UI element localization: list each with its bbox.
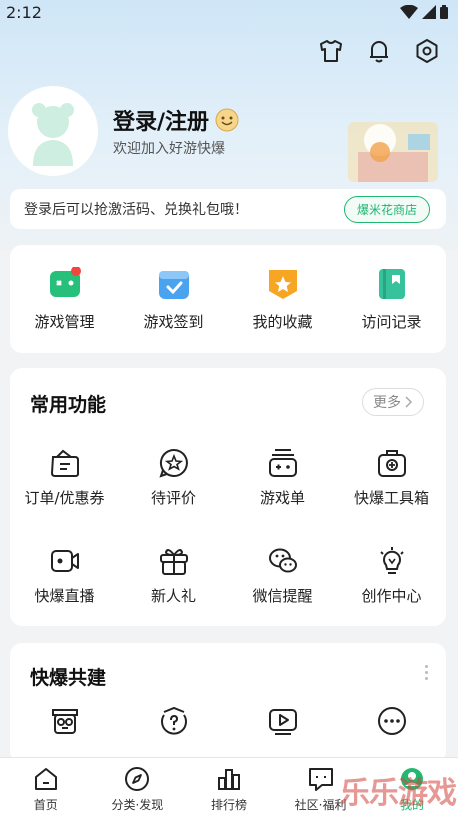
status-bar: 2:12 bbox=[0, 0, 458, 24]
func-label: 游戏单 bbox=[259, 488, 305, 507]
quick-actions: 游戏管理 游戏签到 我的收藏 访问记录 bbox=[10, 245, 446, 353]
login-link[interactable]: 登录/注册 bbox=[113, 104, 239, 136]
system-icons bbox=[400, 5, 448, 19]
popcorn-shop-button[interactable]: 爆米花商店 bbox=[343, 195, 430, 223]
watermark: 乐乐游戏 bbox=[340, 776, 457, 811]
bell-icon bbox=[370, 41, 388, 63]
tab-label: 社区·福利 bbox=[294, 797, 347, 812]
default-avatar-icon bbox=[32, 103, 74, 166]
wallet-icon bbox=[50, 449, 79, 477]
quick-item-game-manage[interactable]: 游戏管理 bbox=[15, 266, 115, 332]
owl-scholar-icon bbox=[51, 709, 78, 734]
question-badge-icon bbox=[160, 706, 187, 735]
game-list-icon bbox=[268, 448, 297, 477]
status-time: 2:12 bbox=[6, 2, 42, 22]
login-title: 登录/注册 bbox=[113, 110, 210, 135]
calendar-check-icon bbox=[158, 270, 189, 299]
cobuild-item-3[interactable] bbox=[228, 705, 337, 745]
home-icon bbox=[34, 767, 57, 790]
quick-label: 访问记录 bbox=[361, 312, 422, 331]
star-bubble-icon bbox=[158, 448, 188, 478]
smile-emoji-icon bbox=[215, 108, 239, 132]
quick-label: 游戏签到 bbox=[143, 312, 204, 331]
header-actions bbox=[318, 38, 440, 64]
more-label: 更多 bbox=[373, 395, 401, 411]
common-functions-card: 常用功能 更多 订单/优惠券 待评价 游戏单 快爆工具箱 快爆直播 新人礼 微信… bbox=[10, 368, 446, 626]
video-play-icon bbox=[268, 709, 297, 735]
func-label: 创作中心 bbox=[361, 586, 422, 605]
gear-icon bbox=[416, 39, 438, 63]
section-title: 常用功能 bbox=[30, 394, 107, 416]
tab-ranking[interactable]: 排行榜 bbox=[183, 766, 275, 813]
cobuild-item-1[interactable] bbox=[10, 705, 119, 745]
func-creator-center[interactable]: 创作中心 bbox=[337, 526, 446, 624]
func-label: 新人礼 bbox=[150, 586, 196, 605]
section-title: 快爆共建 bbox=[30, 667, 107, 689]
func-pending-review[interactable]: 待评价 bbox=[119, 428, 228, 526]
toolbox-icon bbox=[377, 449, 406, 477]
mascot-illustration bbox=[348, 122, 438, 182]
quick-label: 游戏管理 bbox=[34, 312, 95, 331]
func-label: 快爆工具箱 bbox=[353, 488, 429, 507]
promo-text: 登录后可以抢激活码、兑换礼包哦！ bbox=[24, 202, 248, 218]
func-label: 快爆直播 bbox=[34, 586, 95, 605]
bar-chart-icon bbox=[217, 768, 240, 790]
book-icon bbox=[378, 268, 405, 299]
more-options-icon[interactable] bbox=[425, 665, 428, 680]
lightbulb-icon bbox=[379, 546, 404, 574]
quick-item-checkin[interactable]: 游戏签到 bbox=[124, 267, 224, 332]
dress-up-button[interactable] bbox=[318, 38, 344, 64]
tab-discover[interactable]: 分类·发现 bbox=[92, 766, 184, 813]
func-newbie-gift[interactable]: 新人礼 bbox=[119, 526, 228, 624]
func-orders-coupons[interactable]: 订单/优惠券 bbox=[10, 428, 119, 526]
tab-label: 排行榜 bbox=[210, 797, 247, 812]
tab-label: 首页 bbox=[33, 797, 58, 812]
quick-label: 我的收藏 bbox=[252, 312, 313, 331]
login-subtitle: 欢迎加入好游快爆 bbox=[113, 141, 225, 157]
wifi-icon bbox=[400, 5, 418, 19]
func-toolbox[interactable]: 快爆工具箱 bbox=[337, 428, 446, 526]
battery-icon bbox=[440, 5, 448, 19]
settings-button[interactable] bbox=[414, 38, 440, 64]
more-button[interactable]: 更多 bbox=[362, 388, 424, 416]
wechat-icon bbox=[268, 548, 297, 572]
func-label: 待评价 bbox=[150, 488, 196, 507]
chat-bubble-icon bbox=[308, 767, 333, 791]
cobuild-item-2[interactable] bbox=[119, 705, 228, 745]
signal-icon bbox=[422, 5, 436, 19]
cobuild-item-4[interactable] bbox=[337, 705, 446, 745]
notifications-button[interactable] bbox=[366, 38, 392, 64]
func-wechat-reminder[interactable]: 微信提醒 bbox=[228, 526, 337, 624]
avatar[interactable] bbox=[8, 86, 98, 176]
tab-home[interactable]: 首页 bbox=[0, 766, 92, 813]
promo-banner: 登录后可以抢激活码、兑换礼包哦！ 爆米花商店 bbox=[10, 189, 446, 229]
cobuild-card: 快爆共建 bbox=[10, 643, 446, 763]
func-live-stream[interactable]: 快爆直播 bbox=[10, 526, 119, 624]
quick-item-favorites[interactable]: 我的收藏 bbox=[233, 267, 333, 332]
more-circle-icon bbox=[377, 707, 406, 735]
gift-icon bbox=[159, 548, 188, 575]
func-label: 微信提醒 bbox=[252, 586, 313, 605]
quick-item-history[interactable]: 访问记录 bbox=[342, 267, 442, 332]
chevron-right-icon bbox=[405, 396, 413, 408]
star-badge-icon bbox=[268, 269, 297, 299]
gamepad-icon bbox=[49, 266, 81, 297]
func-game-list[interactable]: 游戏单 bbox=[228, 428, 337, 526]
tab-label: 分类·发现 bbox=[111, 797, 164, 812]
shirt-icon bbox=[320, 40, 342, 62]
video-camera-icon bbox=[50, 549, 79, 572]
func-label: 订单/优惠券 bbox=[24, 488, 105, 507]
compass-icon bbox=[125, 766, 150, 791]
